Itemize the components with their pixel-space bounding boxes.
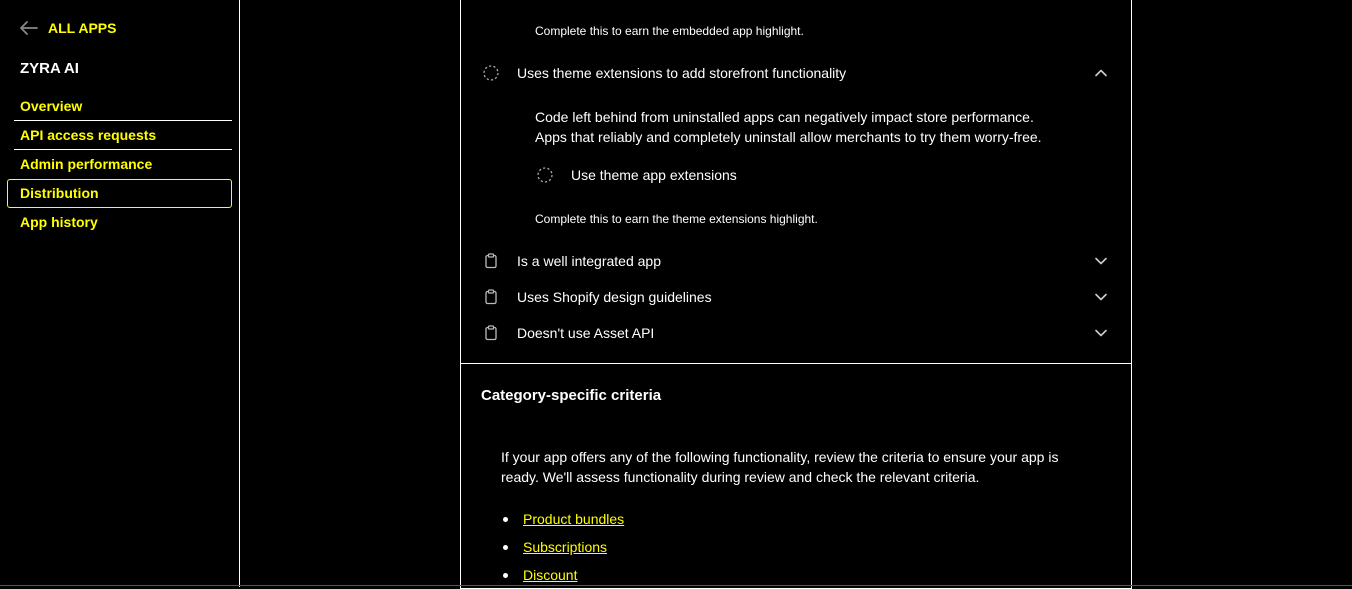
all-apps-back-link[interactable]: ALL APPS bbox=[20, 20, 116, 36]
use-theme-app-extensions-label: Use theme app extensions bbox=[571, 167, 737, 183]
theme-extensions-description: Code left behind from uninstalled apps c… bbox=[535, 107, 1075, 147]
design-guidelines-row[interactable]: Uses Shopify design guidelines bbox=[483, 285, 1109, 309]
clipboard-icon bbox=[483, 289, 499, 305]
clipboard-icon bbox=[483, 253, 499, 269]
use-theme-app-extensions-item[interactable]: Use theme app extensions bbox=[537, 167, 737, 183]
clipboard-icon bbox=[483, 325, 499, 341]
design-guidelines-label: Uses Shopify design guidelines bbox=[517, 289, 712, 305]
category-criteria-description: If your app offers any of the following … bbox=[501, 449, 1059, 485]
category-links-list: Product bundles Subscriptions Discount bbox=[501, 505, 624, 589]
asset-api-label: Doesn't use Asset API bbox=[517, 325, 655, 341]
sidebar-item-admin-performance[interactable]: Admin performance bbox=[7, 150, 232, 179]
theme-highlight-note: Complete this to earn the theme extensio… bbox=[535, 212, 818, 226]
subscriptions-link[interactable]: Subscriptions bbox=[523, 539, 607, 555]
theme-desc-line-1: Code left behind from uninstalled apps c… bbox=[535, 109, 1034, 125]
product-bundles-link[interactable]: Product bundles bbox=[523, 511, 624, 527]
bullet bbox=[503, 544, 508, 550]
bullet bbox=[503, 516, 508, 522]
back-label: ALL APPS bbox=[48, 20, 117, 36]
chevron-up-icon[interactable] bbox=[1093, 65, 1109, 81]
list-item: Subscriptions bbox=[501, 533, 624, 561]
theme-desc-line-2: Apps that reliably and completely uninst… bbox=[535, 129, 1042, 145]
chevron-down-icon[interactable] bbox=[1093, 325, 1109, 341]
app-name: ZYRA AI bbox=[20, 60, 79, 77]
theme-extensions-row[interactable]: Uses theme extensions to add storefront … bbox=[483, 61, 1109, 85]
well-integrated-row[interactable]: Is a well integrated app bbox=[483, 249, 1109, 273]
sidebar-item-overview[interactable]: Overview bbox=[7, 92, 232, 121]
list-item: Product bundles bbox=[501, 505, 624, 533]
arrow-left-icon bbox=[20, 21, 38, 35]
sidebar-item-api-access-requests[interactable]: API access requests bbox=[7, 121, 232, 150]
embedded-highlight-note: Complete this to earn the embedded app h… bbox=[535, 24, 804, 38]
asset-api-row[interactable]: Doesn't use Asset API bbox=[483, 321, 1109, 345]
discount-link[interactable]: Discount bbox=[523, 567, 577, 583]
highlights-section: Complete this to earn the embedded app h… bbox=[461, 0, 1131, 364]
theme-extensions-label: Uses theme extensions to add storefront … bbox=[517, 65, 847, 81]
chevron-down-icon[interactable] bbox=[1093, 253, 1109, 269]
bullet bbox=[503, 572, 508, 578]
sidebar-item-distribution[interactable]: Distribution bbox=[7, 179, 232, 208]
well-integrated-label: Is a well integrated app bbox=[517, 253, 661, 269]
dashed-circle-icon bbox=[537, 167, 553, 183]
category-criteria-title: Category-specific criteria bbox=[481, 387, 662, 404]
chevron-down-icon[interactable] bbox=[1093, 289, 1109, 305]
criteria-card: Complete this to earn the embedded app h… bbox=[460, 0, 1132, 589]
dashed-circle-icon bbox=[483, 65, 499, 81]
divider bbox=[0, 585, 1352, 586]
sidebar: ALL APPS ZYRA AI Overview API access req… bbox=[0, 0, 240, 587]
sidebar-nav: Overview API access requests Admin perfo… bbox=[7, 92, 232, 237]
sidebar-item-app-history[interactable]: App history bbox=[7, 208, 232, 237]
